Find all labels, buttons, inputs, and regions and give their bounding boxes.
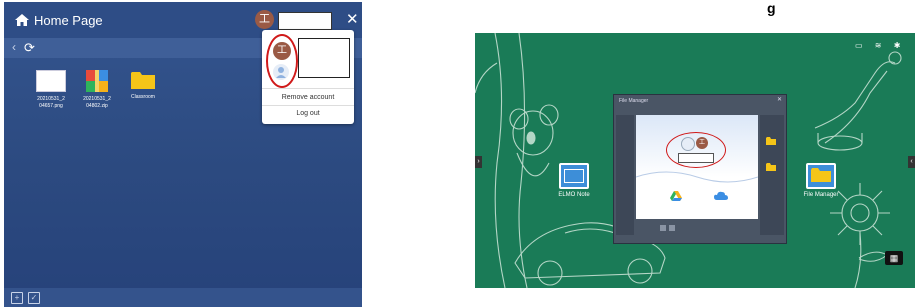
bottom-toolbar: + ✓ bbox=[4, 288, 362, 307]
account-avatar[interactable]: 工 bbox=[255, 10, 274, 29]
google-drive-option[interactable] bbox=[670, 191, 682, 202]
google-drive-icon bbox=[670, 191, 682, 201]
sidebar bbox=[616, 115, 634, 235]
close-icon[interactable]: ✕ bbox=[346, 10, 359, 28]
folder-icon bbox=[766, 163, 776, 171]
account-panel: 工 bbox=[636, 115, 758, 219]
zip-archive-icon bbox=[86, 70, 108, 92]
apps-grid-icon[interactable]: ▦ bbox=[885, 251, 903, 265]
partial-heading: g bbox=[767, 0, 776, 16]
view-toggle-icon[interactable] bbox=[669, 225, 675, 231]
file-item-zip[interactable]: 20210531_2 04802.zip bbox=[74, 70, 120, 110]
elmo-note-app-icon[interactable]: ELMO Note bbox=[557, 163, 591, 198]
desktop-screen: ▭ ≋ ✱ › ‹ ELMO Note File Manager File Ma… bbox=[475, 33, 915, 288]
highlight-ring bbox=[266, 34, 298, 88]
log-out-menu-item[interactable]: Log out bbox=[262, 110, 354, 117]
file-item-png[interactable]: 20210531_2 04657.png bbox=[28, 70, 74, 110]
status-icons: ▭ ≋ ✱ bbox=[855, 41, 906, 50]
redacted-name-box bbox=[298, 38, 350, 78]
file-name: Classroom bbox=[131, 94, 155, 100]
divider-wave bbox=[636, 171, 758, 183]
view-toggle-icon[interactable] bbox=[660, 225, 666, 231]
window-title: File Manager bbox=[619, 98, 649, 104]
folder-icon bbox=[806, 163, 836, 189]
refresh-icon[interactable]: ⟳ bbox=[24, 40, 35, 56]
redacted-name-box bbox=[678, 153, 714, 163]
elmo-note-icon bbox=[559, 163, 589, 189]
window-title: Home Page bbox=[34, 13, 103, 28]
right-edge-arrow[interactable]: ‹ bbox=[908, 156, 915, 168]
divider bbox=[262, 105, 354, 106]
file-name: 20210531_2 04657.png bbox=[37, 96, 65, 109]
image-thumbnail bbox=[36, 70, 66, 92]
home-icon[interactable] bbox=[14, 13, 30, 27]
app-label: File Manager bbox=[803, 192, 839, 198]
app-label: ELMO Note bbox=[558, 192, 590, 198]
onedrive-cloud-icon bbox=[714, 191, 728, 200]
file-manager-window: File Manager ✕ 工 bbox=[613, 94, 787, 244]
home-page-window: Home Page 工 ✕ ‹ ⟳ 20210531_2 04657.png 2… bbox=[4, 2, 362, 307]
folder-icon bbox=[131, 72, 155, 89]
folder-item-classroom[interactable]: Classroom bbox=[120, 70, 166, 101]
onedrive-option[interactable] bbox=[714, 191, 728, 202]
account-popup: 工 Remove account Log out bbox=[262, 30, 354, 124]
close-icon[interactable]: ✕ bbox=[777, 96, 782, 103]
divider bbox=[262, 88, 354, 89]
back-chevron-icon[interactable]: ‹ bbox=[12, 40, 16, 54]
file-manager-app-icon[interactable]: File Manager bbox=[801, 163, 841, 198]
redacted-name-box bbox=[278, 12, 332, 30]
remove-account-menu-item[interactable]: Remove account bbox=[262, 94, 354, 101]
new-folder-icon[interactable]: + bbox=[11, 292, 23, 304]
select-checkbox-icon[interactable]: ✓ bbox=[28, 292, 40, 304]
left-edge-arrow[interactable]: › bbox=[475, 156, 482, 168]
folder-column bbox=[760, 115, 784, 235]
folder-icon bbox=[766, 137, 776, 145]
file-name: 20210531_2 04802.zip bbox=[83, 96, 111, 109]
